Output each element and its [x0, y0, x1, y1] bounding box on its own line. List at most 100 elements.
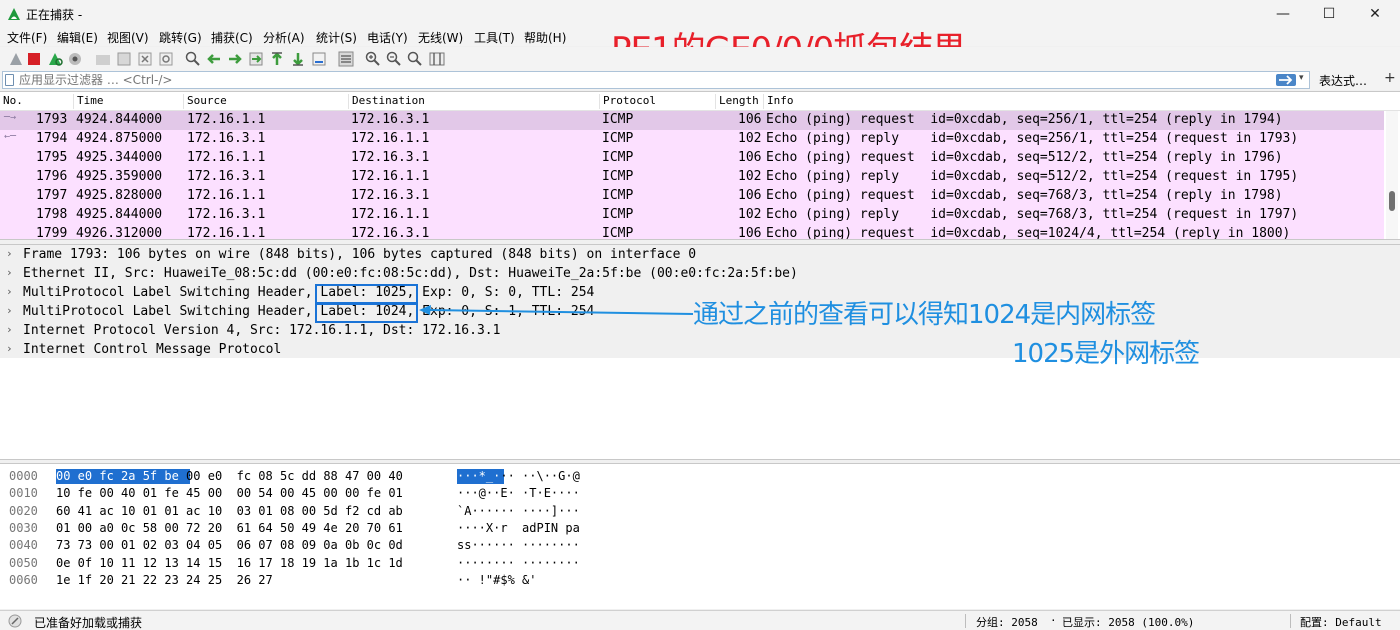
ascii-bytes[interactable]: ···@··E· ·T·E····: [457, 486, 580, 500]
cell-length: 102: [738, 131, 762, 146]
go-back-icon[interactable]: [205, 50, 223, 68]
resize-columns-icon[interactable]: [428, 50, 446, 68]
hex-bytes[interactable]: 0e 0f 10 11 12 13 14 15 16 17 18 19 1a 1…: [56, 556, 403, 570]
go-to-packet-icon[interactable]: [247, 50, 265, 68]
cell-source: 172.16.1.1: [187, 226, 266, 240]
expand-chevron-icon[interactable]: ›: [6, 247, 13, 260]
go-last-packet-icon[interactable]: [289, 50, 307, 68]
column-time[interactable]: Time: [73, 94, 183, 109]
hex-bytes[interactable]: 1e 1f 20 21 22 23 24 25 26 27: [56, 573, 273, 587]
display-filter-input[interactable]: [2, 71, 1310, 89]
maximize-button[interactable]: ☐: [1306, 0, 1352, 28]
column-info[interactable]: Info: [763, 94, 1383, 109]
menu-help[interactable]: 帮助(H): [524, 29, 566, 46]
menu-file[interactable]: 文件(F): [7, 29, 47, 46]
label-1025-highlight: [315, 284, 418, 304]
start-capture-icon[interactable]: [7, 50, 25, 68]
detail-tree-item[interactable]: › Frame 1793: 106 bytes on wire (848 bits…: [0, 246, 1400, 265]
capture-options-icon[interactable]: [66, 50, 84, 68]
expand-chevron-icon[interactable]: ›: [6, 342, 13, 355]
menu-analyze[interactable]: 分析(A): [263, 29, 305, 46]
column-source[interactable]: Source: [183, 94, 348, 109]
cell-info: Echo (ping) reply id=0xcdab, seq=768/3, …: [766, 207, 1299, 222]
cell-length: 102: [738, 207, 762, 222]
column-protocol[interactable]: Protocol: [599, 94, 715, 109]
cell-no: 1797: [36, 188, 68, 203]
menu-capture[interactable]: 捕获(C): [211, 29, 253, 46]
ascii-bytes[interactable]: ····X·r adPIN pa: [457, 521, 580, 535]
restart-capture-icon[interactable]: [46, 50, 64, 68]
hex-bytes[interactable]: 60 41 ac 10 01 01 ac 10 03 01 08 00 5d f…: [56, 504, 403, 518]
ascii-bytes[interactable]: ·· !"#$% &': [457, 573, 536, 587]
column-length[interactable]: Length: [715, 94, 763, 109]
expand-chevron-icon[interactable]: ›: [6, 266, 13, 279]
auto-scroll-icon[interactable]: [310, 50, 328, 68]
ascii-bytes[interactable]: ss······ ········: [457, 538, 580, 552]
hex-offset: 0040: [9, 538, 38, 553]
menu-edit[interactable]: 编辑(E): [57, 29, 98, 46]
packet-row[interactable]: 1794 4924.875000 172.16.3.1 172.16.1.1 ICMP 1…: [0, 130, 1384, 149]
detail-tree-label: MultiProtocol Label Switching Header, La…: [23, 285, 595, 300]
go-first-packet-icon[interactable]: [268, 50, 286, 68]
zoom-out-icon[interactable]: [385, 50, 403, 68]
ascii-bytes[interactable]: ···*_··· ··\··G·@: [457, 469, 580, 483]
packet-row[interactable]: 1796 4925.359000 172.16.3.1 172.16.1.1 ICMP 1…: [0, 168, 1384, 187]
expert-info-icon[interactable]: [8, 614, 22, 628]
packet-row[interactable]: 1797 4925.828000 172.16.1.1 172.16.3.1 ICMP 1…: [0, 187, 1384, 206]
hex-bytes[interactable]: 73 73 00 01 02 03 04 05 06 07 08 09 0a 0…: [56, 538, 403, 552]
scrollbar-thumb[interactable]: [1389, 191, 1395, 211]
hex-bytes[interactable]: 00 e0 fc 2a 5f be 00 e0 fc 08 5c dd 88 4…: [56, 469, 403, 483]
zoom-reset-icon[interactable]: [406, 50, 424, 68]
colorize-icon[interactable]: [337, 50, 355, 68]
annotation-line-1: 通过之前的查看可以得知1024是内网标签: [693, 300, 1156, 330]
expand-chevron-icon[interactable]: ›: [6, 285, 13, 298]
menu-tools[interactable]: 工具(T): [474, 29, 515, 46]
go-forward-icon[interactable]: [226, 50, 244, 68]
filter-history-dropdown-icon[interactable]: ▾: [1299, 73, 1309, 87]
annotation-line-2: 1025是外网标签: [1012, 339, 1200, 369]
bookmark-icon[interactable]: [5, 74, 14, 86]
close-file-icon[interactable]: [136, 50, 154, 68]
column-no[interactable]: No.: [0, 94, 73, 109]
reload-file-icon[interactable]: [157, 50, 175, 68]
zoom-in-icon[interactable]: [364, 50, 382, 68]
packet-list-scrollbar[interactable]: [1386, 111, 1398, 239]
hex-dump-row: 0040 73 73 00 01 02 03 04 05 06 07 08 09 …: [0, 536, 1400, 553]
menu-statistics[interactable]: 统计(S): [316, 29, 357, 46]
expand-chevron-icon[interactable]: ›: [6, 323, 13, 336]
detail-tree-item[interactable]: › Ethernet II, Src: HuaweiTe_08:5c:dd (00…: [0, 265, 1400, 284]
add-filter-button[interactable]: +: [1384, 70, 1396, 86]
menu-telephony[interactable]: 电话(Y): [367, 29, 408, 46]
cell-protocol: ICMP: [602, 226, 634, 240]
menu-go[interactable]: 跳转(G): [159, 29, 202, 46]
ascii-bytes[interactable]: `A······ ····]···: [457, 504, 580, 518]
stop-capture-icon[interactable]: [25, 50, 43, 68]
apply-filter-arrow-icon[interactable]: [1276, 74, 1296, 86]
close-button[interactable]: ✕: [1352, 0, 1398, 28]
packet-row[interactable]: 1793 4924.844000 172.16.1.1 172.16.3.1 ICMP 1…: [0, 111, 1384, 130]
cell-info: Echo (ping) request id=0xcdab, seq=256/1…: [766, 112, 1283, 127]
hex-bytes[interactable]: 01 00 a0 0c 58 00 72 20 61 64 50 49 4e 2…: [56, 521, 403, 535]
save-file-icon[interactable]: [115, 50, 133, 68]
expression-button[interactable]: 表达式…: [1319, 72, 1367, 89]
packet-row[interactable]: 1795 4925.344000 172.16.1.1 172.16.3.1 ICMP 1…: [0, 149, 1384, 168]
cell-source: 172.16.3.1: [187, 169, 266, 184]
cell-info: Echo (ping) reply id=0xcdab, seq=256/1, …: [766, 131, 1299, 146]
expand-chevron-icon[interactable]: ›: [6, 304, 13, 317]
profile-indicator[interactable]: 配置: Default: [1300, 614, 1382, 630]
cell-destination: 172.16.1.1: [351, 207, 430, 222]
open-file-icon[interactable]: [94, 50, 112, 68]
menu-wireless[interactable]: 无线(W): [418, 29, 463, 46]
cell-protocol: ICMP: [602, 169, 634, 184]
minimize-button[interactable]: —: [1260, 0, 1306, 28]
packet-row[interactable]: 1798 4925.844000 172.16.3.1 172.16.1.1 ICMP 1…: [0, 206, 1384, 225]
find-packet-icon[interactable]: [184, 50, 202, 68]
hex-bytes[interactable]: 10 fe 00 40 01 fe 45 00 00 54 00 45 00 0…: [56, 486, 403, 500]
column-destination[interactable]: Destination: [348, 94, 599, 109]
hex-dump-row: 0060 1e 1f 20 21 22 23 24 25 26 27 ·· !"#$…: [0, 571, 1400, 588]
status-bar: 已准备好加载或捕获 分组: 2058 · 已显示: 2058 (100.0%) …: [0, 610, 1400, 630]
cell-no: 1794: [36, 131, 68, 146]
ascii-bytes[interactable]: ········ ········: [457, 556, 580, 570]
packet-row[interactable]: 1799 4926.312000 172.16.1.1 172.16.3.1 ICMP 1…: [0, 225, 1384, 240]
menu-view[interactable]: 视图(V): [107, 29, 149, 46]
